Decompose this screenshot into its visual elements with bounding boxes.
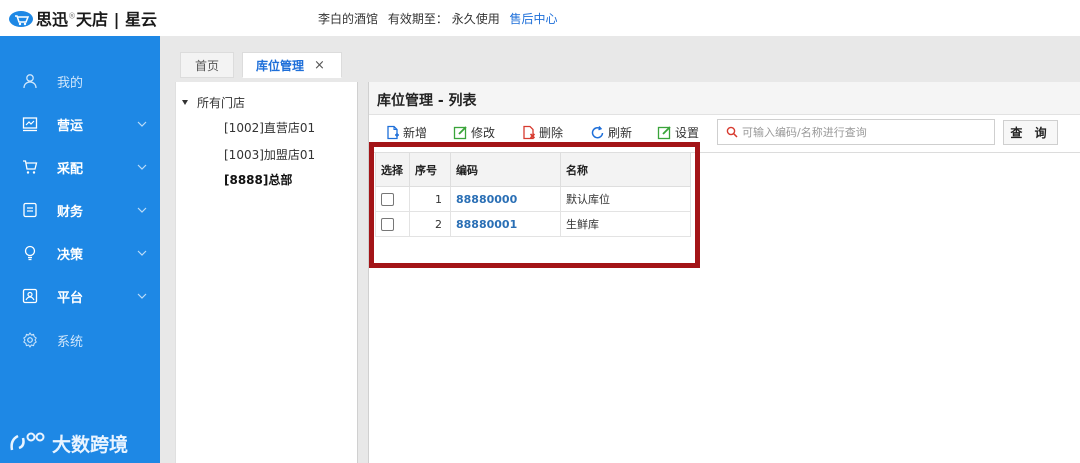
settings-edit-icon [657, 125, 671, 139]
delete-doc-icon [523, 125, 536, 139]
column-header-code[interactable]: 编码 [450, 152, 561, 187]
table-row[interactable]: 1 88880000 默认库位 [375, 186, 691, 212]
caret-down-icon[interactable] [182, 100, 188, 105]
row-checkbox[interactable] [381, 217, 394, 231]
validity-label: 有效期至： [387, 12, 448, 26]
panel-gutter [160, 82, 175, 463]
chevron-down-icon [136, 118, 148, 130]
chevron-down-icon [136, 247, 148, 259]
column-header-index: 序号 [409, 152, 451, 187]
bulb-icon [21, 244, 39, 262]
sidebar-item-label: 平台 [57, 290, 84, 306]
row-name: 默认库位 [560, 186, 691, 212]
store-name: 李白的酒馆 [318, 12, 379, 26]
chart-icon [21, 115, 39, 133]
chevron-down-icon [136, 204, 148, 216]
row-index: 1 [409, 186, 451, 212]
refresh-button-label: 刷新 [608, 125, 633, 140]
tree-node[interactable]: [1002]直营店01 [224, 119, 315, 136]
tree-node[interactable]: [1003]加盟店01 [224, 146, 315, 163]
settings-button-label: 设置 [675, 125, 700, 140]
cart-icon [21, 158, 39, 176]
search-icon [726, 126, 738, 138]
watermark-brand: 大数跨境 [8, 428, 128, 458]
delete-button[interactable]: 删除 [521, 122, 563, 142]
user-icon [21, 72, 39, 90]
chevron-down-icon [136, 161, 148, 173]
tree-root-label: 所有门店 [197, 96, 246, 110]
sidebar-item-finance[interactable]: 财务 [0, 195, 160, 225]
edit-icon [453, 125, 467, 139]
finance-icon [21, 201, 39, 219]
sidebar-item-label: 决策 [57, 247, 84, 263]
page-title: 库位管理 - 列表 [377, 93, 477, 109]
edit-button[interactable]: 修改 [453, 122, 495, 142]
sidebar-item-platform[interactable]: 平台 [0, 281, 160, 311]
settings-button[interactable]: 设置 [657, 122, 699, 142]
add-button-label: 新增 [403, 125, 428, 140]
search-box[interactable] [717, 119, 995, 145]
top-bar: 思迅®天店 | 星云 李白的酒馆 有效期至： 永久使用 售后中心 [0, 0, 1080, 36]
row-checkbox[interactable] [381, 192, 394, 206]
query-button[interactable]: 查 询 [1003, 120, 1058, 145]
row-code[interactable]: 88880001 [450, 211, 561, 237]
table-row[interactable]: 2 88880001 生鲜库 [375, 211, 691, 237]
add-doc-icon [387, 125, 399, 139]
sidebar-item-label: 采配 [57, 161, 84, 177]
sidebar-item-system[interactable]: 系统 [0, 325, 160, 355]
search-input[interactable] [742, 125, 982, 139]
sidebar: 我的 营运 采配 财务 决策 平台 系统 大数跨境 [0, 36, 160, 463]
sidebar-item-operations[interactable]: 营运 [0, 109, 160, 139]
tab-home[interactable]: 首页 [180, 52, 234, 78]
sidebar-item-label: 系统 [57, 334, 84, 350]
gear-icon [21, 331, 39, 349]
platform-icon [21, 287, 39, 305]
tab-label: 库位管理 [256, 58, 305, 73]
row-checkbox-cell [375, 211, 410, 237]
main-panel: 库位管理 - 列表 新增 修改 删除 刷新 设置 查 询 选择 [368, 82, 1080, 463]
refresh-icon [591, 125, 604, 138]
panel-gutter [358, 82, 368, 463]
service-center-link[interactable]: 售后中心 [510, 12, 558, 26]
account-info: 李白的酒馆 有效期至： 永久使用 售后中心 [318, 10, 558, 27]
delete-button-label: 删除 [539, 125, 564, 140]
chevron-down-icon [136, 290, 148, 302]
row-index: 2 [409, 211, 451, 237]
column-header-select: 选择 [375, 152, 410, 187]
validity-value: 永久使用 [451, 12, 500, 26]
brand-text: 大数跨境 [52, 433, 129, 456]
sidebar-item-label: 财务 [57, 204, 84, 220]
location-table: 选择 序号 编码 名称 1 88880000 默认库位 2 88880001 生… [375, 152, 691, 237]
store-tree: 所有门店 [1002]直营店01 [1003]加盟店01 [8888]总部 [175, 82, 358, 463]
row-name: 生鲜库 [560, 211, 691, 237]
sidebar-item-label: 我的 [57, 75, 84, 91]
edit-button-label: 修改 [471, 125, 496, 140]
tree-root[interactable]: 所有门店 [182, 94, 245, 111]
brand-logo-icon [8, 430, 48, 457]
app-logo: 思迅®天店 | 星云 [8, 6, 157, 30]
sidebar-item-mine[interactable]: 我的 [0, 66, 160, 96]
tab-strip: 首页 库位管理 × [160, 36, 1080, 82]
sidebar-item-procurement[interactable]: 采配 [0, 152, 160, 182]
close-icon[interactable]: × [314, 58, 325, 73]
sidebar-item-label: 营运 [57, 118, 84, 134]
tab-label: 首页 [194, 58, 219, 73]
row-checkbox-cell [375, 186, 410, 212]
tab-location-management[interactable]: 库位管理 × [242, 52, 342, 78]
refresh-button[interactable]: 刷新 [590, 122, 632, 142]
sidebar-item-decision[interactable]: 决策 [0, 238, 160, 268]
add-button[interactable]: 新增 [385, 122, 427, 142]
column-header-name[interactable]: 名称 [560, 152, 691, 187]
tree-node-selected[interactable]: [8888]总部 [224, 171, 292, 188]
table-header-row: 选择 序号 编码 名称 [375, 152, 691, 187]
logo-brand-text: 思迅®天店 | 星云 [36, 10, 158, 29]
row-code[interactable]: 88880000 [450, 186, 561, 212]
cloud-cart-icon [8, 8, 33, 28]
